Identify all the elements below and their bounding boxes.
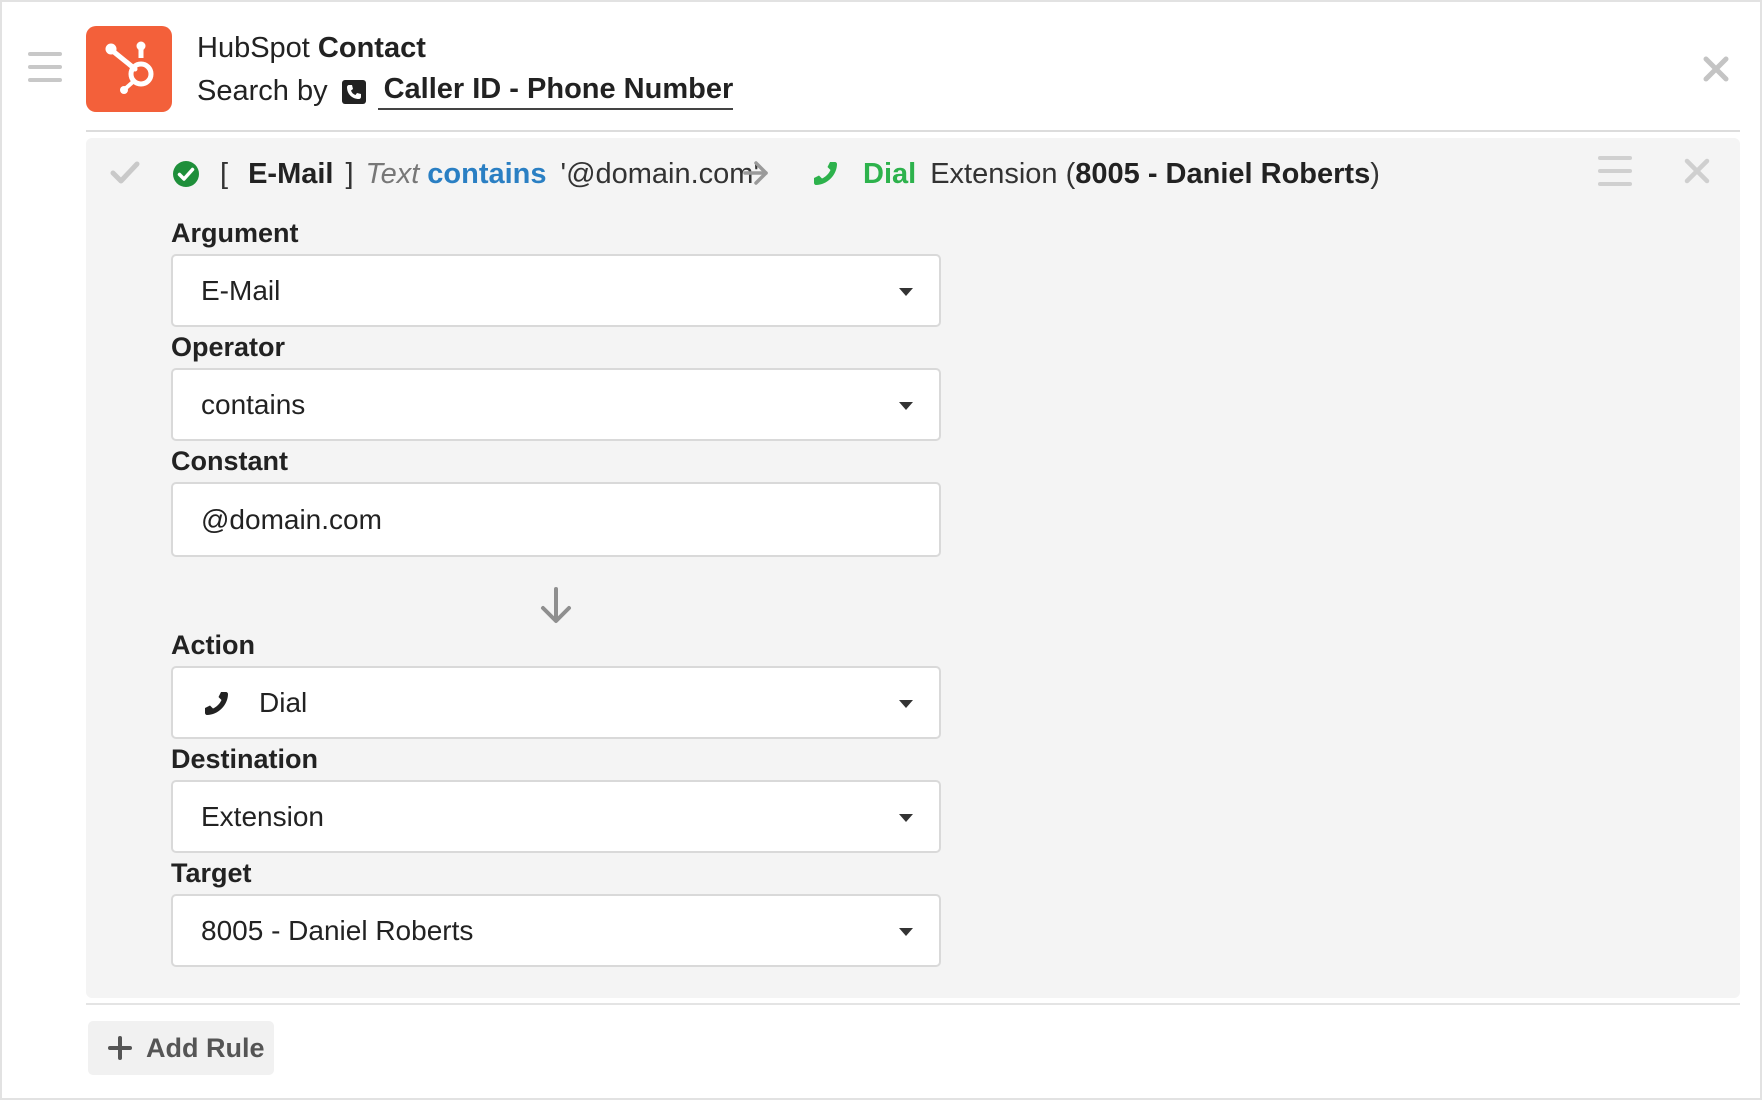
phone-icon	[201, 688, 231, 718]
chevron-down-icon	[899, 814, 913, 822]
phone-square-icon	[341, 79, 366, 104]
arrow-down-icon	[538, 586, 574, 631]
hubspot-sprocket-icon	[105, 41, 154, 94]
constant-input[interactable]	[171, 482, 941, 557]
argument-label: Argument	[171, 218, 299, 248]
target-select[interactable]: 8005 - Daniel Roberts	[171, 894, 941, 967]
search-by-label: Search by	[197, 75, 328, 107]
close-bracket: ]	[345, 158, 354, 190]
open-bracket: [	[220, 158, 229, 190]
destination-label: Destination	[171, 744, 319, 774]
argument-select[interactable]: E-Mail	[171, 254, 941, 327]
action-label: Action	[171, 630, 255, 660]
close-icon[interactable]	[1699, 52, 1733, 86]
action-select[interactable]: Dial	[171, 666, 941, 739]
constant-label: Constant	[171, 446, 288, 476]
operator-value: contains	[201, 388, 306, 420]
argument-value: E-Mail	[201, 274, 281, 306]
search-by-row: Search by Caller ID - Phone Number	[197, 73, 734, 110]
summary-close-paren: )	[1370, 158, 1380, 190]
chevron-down-icon	[899, 288, 913, 296]
phone-icon	[810, 158, 840, 196]
rule-close-icon[interactable]	[1684, 158, 1710, 192]
title-prefix: HubSpot	[197, 32, 310, 64]
rule-condition-summary: [ E-Mail ] Text contains '@domain.com'	[220, 158, 759, 191]
hubspot-logo	[86, 26, 172, 112]
summary-destination: Extension (	[930, 158, 1076, 190]
destination-value: Extension	[201, 800, 324, 832]
footer-divider	[86, 1003, 1740, 1005]
summary-type: Text	[365, 158, 420, 190]
drag-handle-icon[interactable]	[28, 52, 62, 82]
header-divider	[86, 130, 1740, 132]
rule-menu-icon[interactable]	[1598, 156, 1632, 186]
arrow-right-icon	[742, 160, 770, 194]
operator-label: Operator	[171, 332, 286, 362]
summary-constant: '@domain.com'	[560, 158, 759, 190]
operator-select[interactable]: contains	[171, 368, 941, 441]
title-object: Contact	[317, 32, 426, 64]
summary-argument: E-Mail	[248, 158, 334, 190]
chevron-down-icon	[899, 700, 913, 708]
rule-summary-row[interactable]: [ E-Mail ] Text contains '@domain.com' D…	[86, 138, 1740, 210]
status-ok-icon	[172, 160, 200, 196]
checkmark-icon[interactable]	[110, 160, 140, 194]
add-rule-label: Add Rule	[146, 1032, 265, 1063]
summary-operator: contains	[427, 158, 547, 190]
rule-panel: [ E-Mail ] Text contains '@domain.com' D…	[86, 138, 1740, 998]
target-label: Target	[171, 858, 252, 888]
summary-target: 8005 - Daniel Roberts	[1075, 158, 1371, 190]
chevron-down-icon	[899, 402, 913, 410]
plus-icon	[108, 1036, 132, 1060]
add-rule-button[interactable]: Add Rule	[88, 1021, 274, 1075]
destination-select[interactable]: Extension	[171, 780, 941, 853]
target-value: 8005 - Daniel Roberts	[201, 914, 474, 946]
rule-action-summary: Dial Extension ( 8005 - Daniel Roberts )	[863, 158, 1380, 191]
search-field-link[interactable]: Caller ID - Phone Number	[377, 73, 734, 110]
integration-title: HubSpot Contact	[197, 32, 426, 65]
hubspot-contact-card: HubSpot Contact Search by Caller ID - Ph…	[0, 0, 1762, 1100]
summary-action: Dial	[863, 158, 917, 190]
chevron-down-icon	[899, 928, 913, 936]
action-value: Dial	[259, 686, 308, 718]
